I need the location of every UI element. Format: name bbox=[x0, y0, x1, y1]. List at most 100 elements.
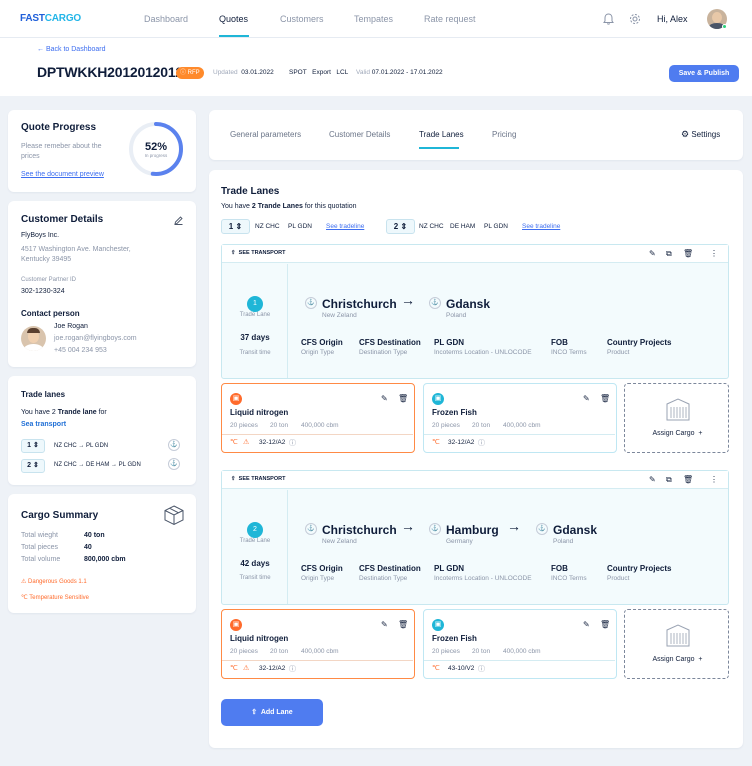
warning-icon: ⚠ bbox=[243, 665, 250, 672]
progress-sub: In progress bbox=[144, 153, 168, 158]
trash-icon[interactable]: 🗑 bbox=[600, 394, 610, 403]
info-icon[interactable]: ⓘ bbox=[289, 438, 296, 448]
summary-value: 800,000 cbm bbox=[84, 556, 126, 563]
term-label: Product bbox=[607, 575, 630, 582]
cargo-name: Frozen Fish bbox=[432, 634, 477, 643]
term-label: Product bbox=[607, 349, 630, 356]
more-icon[interactable]: ⋮ bbox=[710, 249, 718, 258]
save-publish-button[interactable]: Save & Publish bbox=[669, 65, 739, 82]
nav-dashboard[interactable]: Dashboard bbox=[144, 14, 188, 24]
trade-lanes-card: Trade lanes You have 2 Trande lane for S… bbox=[8, 376, 196, 485]
arrow-right-icon: → bbox=[401, 518, 415, 534]
copy-icon[interactable]: ⧉ bbox=[666, 475, 672, 485]
cargo-weight: 20 ton bbox=[472, 648, 491, 655]
trash-icon[interactable]: 🗑 bbox=[683, 475, 693, 484]
edit-icon[interactable]: ✎ bbox=[381, 394, 388, 403]
anchor-icon[interactable]: ⚓ bbox=[168, 458, 180, 470]
cargo-card[interactable]: ▣ ✎ 🗑 Liquid nitrogen 20 pieces 20 ton 4… bbox=[221, 383, 415, 453]
nav-customers[interactable]: Customers bbox=[280, 14, 324, 24]
lane-number-1[interactable]: 1 ⇕ bbox=[21, 439, 45, 453]
main-title: Trade Lanes bbox=[221, 186, 280, 197]
copy-icon[interactable]: ⧉ bbox=[666, 249, 672, 259]
info-icon[interactable]: ⓘ bbox=[478, 438, 485, 448]
trash-icon[interactable]: 🗑 bbox=[398, 394, 408, 403]
tab-pricing[interactable]: Pricing bbox=[492, 130, 516, 139]
trade-lane-label: Trade Lane bbox=[239, 312, 271, 318]
contact-email[interactable]: joe.rogan@flyingboys.com bbox=[54, 335, 137, 342]
container-icon bbox=[666, 398, 690, 421]
customer-details-title: Customer Details bbox=[21, 214, 104, 225]
add-lane-button[interactable]: ⇧ Add Lane bbox=[221, 699, 323, 726]
edit-icon[interactable]: ✎ bbox=[649, 475, 656, 484]
summary-label: Total pieces bbox=[21, 544, 58, 551]
see-tradeline-link[interactable]: See tradeline bbox=[326, 223, 364, 230]
see-transport-button[interactable]: ⇧ SEE TRANSPORT bbox=[231, 476, 285, 482]
country-name: New Zeland bbox=[322, 312, 357, 319]
document-preview-link[interactable]: See the document preview bbox=[21, 171, 104, 178]
anchor-icon: ⚓ bbox=[305, 523, 317, 535]
trash-icon[interactable]: 🗑 bbox=[683, 249, 693, 258]
assign-cargo-button[interactable]: Assign Cargo + bbox=[624, 609, 729, 679]
nav-templates[interactable]: Tempates bbox=[354, 14, 393, 24]
divider bbox=[424, 434, 615, 435]
divider bbox=[222, 434, 413, 435]
lane-selector-2[interactable]: 2 ⇕ bbox=[386, 219, 415, 234]
main-subtitle: You have 2 Trande Lanes for this quotati… bbox=[221, 203, 357, 210]
cargo-name: Frozen Fish bbox=[432, 408, 477, 417]
greeting: Hi, Alex bbox=[657, 14, 688, 24]
lane-number-badge: 2 bbox=[247, 522, 263, 538]
edit-icon[interactable]: ✎ bbox=[649, 249, 656, 258]
cargo-card[interactable]: ▣ ✎ 🗑 Frozen Fish 20 pieces 20 ton 400,0… bbox=[423, 383, 617, 453]
cargo-volume: 400,000 cbm bbox=[503, 422, 541, 429]
transit-days: 42 days bbox=[240, 559, 270, 568]
tab-customer-details[interactable]: Customer Details bbox=[329, 130, 390, 139]
term-value: FOB bbox=[551, 564, 568, 573]
see-transport-button[interactable]: ⇧ SEE TRANSPORT bbox=[231, 250, 285, 256]
anchor-icon: ⚓ bbox=[536, 523, 548, 535]
trash-icon[interactable]: 🗑 bbox=[398, 620, 408, 629]
bell-icon[interactable] bbox=[603, 13, 614, 25]
anchor-icon: ⚓ bbox=[429, 297, 441, 309]
lane-route-1: NZ CHC → PL GDN bbox=[54, 443, 109, 449]
transit-time-label: Transit time bbox=[239, 575, 271, 581]
info-icon[interactable]: ⓘ bbox=[289, 664, 296, 674]
back-to-dashboard-link[interactable]: ← Back to Dashboard bbox=[37, 46, 106, 53]
progress-percent: 52% bbox=[144, 141, 168, 153]
edit-icon[interactable]: ✎ bbox=[583, 620, 590, 629]
cargo-name: Liquid nitrogen bbox=[230, 408, 289, 417]
lane-code: NZ CHC bbox=[419, 223, 444, 230]
gear-icon: ⚙ bbox=[681, 129, 690, 139]
tab-general-parameters[interactable]: General parameters bbox=[230, 130, 301, 139]
edit-icon[interactable] bbox=[174, 216, 183, 225]
online-status-dot bbox=[722, 24, 727, 29]
lane-number-2[interactable]: 2 ⇕ bbox=[21, 459, 45, 473]
info-icon[interactable]: ⓘ bbox=[478, 664, 485, 674]
lane-selector-1[interactable]: 1 ⇕ bbox=[221, 219, 250, 234]
contact-person-label: Contact person bbox=[21, 309, 80, 318]
cargo-card[interactable]: ▣ ✎ 🗑 Liquid nitrogen 20 pieces 20 ton 4… bbox=[221, 609, 415, 679]
anchor-icon[interactable]: ⚓ bbox=[168, 439, 180, 451]
city-name: Gdansk bbox=[446, 297, 491, 311]
arrow-right-icon: → bbox=[507, 518, 521, 534]
customer-details-card: Customer Details FlyBoys Inc. 4517 Washi… bbox=[8, 201, 196, 367]
gear-icon[interactable] bbox=[629, 13, 641, 25]
cargo-pieces: 20 pieces bbox=[230, 648, 258, 655]
cargo-card[interactable]: ▣ ✎ 🗑 Frozen Fish 20 pieces 20 ton 400,0… bbox=[423, 609, 617, 679]
trash-icon[interactable]: 🗑 bbox=[600, 620, 610, 629]
tab-trade-lanes[interactable]: Trade Lanes bbox=[419, 130, 464, 139]
edit-icon[interactable]: ✎ bbox=[583, 394, 590, 403]
nav-quotes[interactable]: Quotes bbox=[219, 14, 248, 24]
cargo-pieces: 20 pieces bbox=[432, 422, 460, 429]
see-tradeline-link[interactable]: See tradeline bbox=[522, 223, 560, 230]
customer-company: FlyBoys Inc. bbox=[21, 232, 60, 239]
cargo-code: 32-12/A2 bbox=[448, 439, 475, 446]
nav-rate-request[interactable]: Rate request bbox=[424, 14, 476, 24]
more-icon[interactable]: ⋮ bbox=[710, 475, 718, 484]
term-value: FOB bbox=[551, 338, 568, 347]
settings-button[interactable]: ⚙ Settings bbox=[681, 129, 720, 140]
rfp-badge: ⓘ RFP bbox=[176, 67, 204, 79]
lane-code: PL GDN bbox=[288, 223, 312, 230]
edit-icon[interactable]: ✎ bbox=[381, 620, 388, 629]
assign-cargo-button[interactable]: Assign Cargo + bbox=[624, 383, 729, 453]
logo[interactable]: FASTCARGO bbox=[20, 13, 81, 24]
